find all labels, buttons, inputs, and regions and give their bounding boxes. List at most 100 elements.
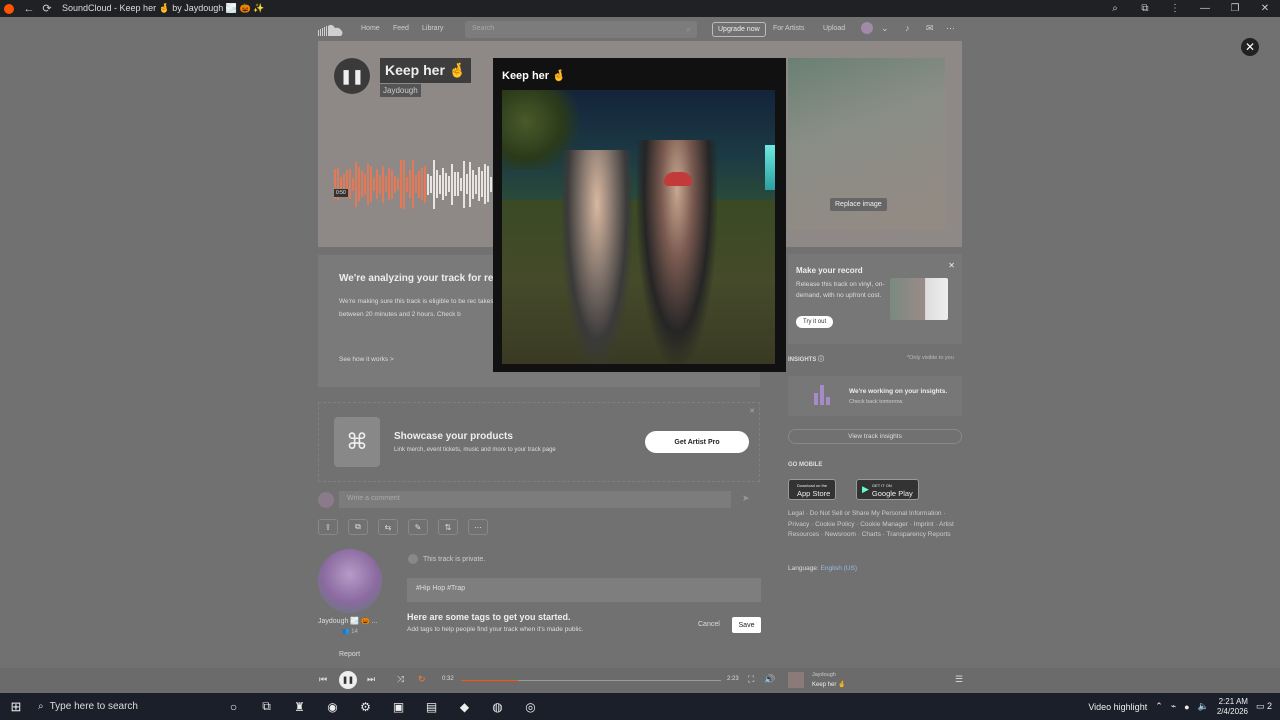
repost-icon[interactable]: ⇆ bbox=[378, 519, 398, 535]
tray-chevron-icon[interactable]: ⌃ bbox=[1155, 701, 1163, 712]
try-it-out-button[interactable]: Try it out bbox=[796, 316, 834, 328]
restore-icon[interactable]: ❐ bbox=[1220, 3, 1250, 14]
cortana-icon[interactable]: ○ bbox=[217, 700, 250, 714]
nav-for-artists[interactable]: For Artists bbox=[773, 25, 805, 32]
showcase-title: Showcase your products bbox=[394, 431, 513, 442]
insights-box: We're working on your insights. Check ba… bbox=[788, 376, 962, 416]
mail-icon[interactable]: ✉ bbox=[926, 23, 934, 34]
copy-link-icon[interactable]: ⧉ bbox=[348, 519, 368, 535]
extensions-icon[interactable]: ⧉ bbox=[1130, 3, 1160, 14]
view-insights-button[interactable]: View track insights bbox=[788, 429, 962, 444]
comment-input[interactable]: Write a comment bbox=[339, 491, 731, 508]
footer-links[interactable]: Legal · Do Not Sell or Share My Personal… bbox=[788, 509, 964, 541]
close-icon[interactable]: ✕ bbox=[948, 261, 955, 270]
bell-icon[interactable]: ♪ bbox=[905, 23, 910, 33]
share-icon[interactable]: ⇪ bbox=[318, 519, 338, 535]
play-icon: ▶ bbox=[862, 484, 869, 494]
lock-icon bbox=[408, 554, 418, 564]
player-pause-button[interactable]: ❚❚ bbox=[339, 671, 357, 689]
language-value[interactable]: English (US) bbox=[821, 565, 857, 572]
zoom-icon[interactable]: ⌕ bbox=[1100, 3, 1130, 14]
windows-start-icon[interactable]: ⊞ bbox=[0, 699, 32, 715]
spotlight-icon[interactable]: ⇅ bbox=[438, 519, 458, 535]
waveform[interactable] bbox=[334, 159, 494, 209]
language-selector[interactable]: Language: English (US) bbox=[788, 565, 857, 572]
more-actions-icon[interactable]: ⋯ bbox=[468, 519, 488, 535]
fullscreen-icon[interactable]: ⛶ bbox=[748, 674, 754, 685]
app-store-badge[interactable]: Download on the App Store bbox=[788, 479, 837, 500]
repeat-icon[interactable]: ↻ bbox=[418, 674, 426, 685]
nav-upload[interactable]: Upload bbox=[823, 25, 845, 32]
artist-avatar[interactable] bbox=[318, 549, 382, 613]
nav-feed[interactable]: Feed bbox=[393, 25, 409, 32]
cancel-button[interactable]: Cancel bbox=[698, 621, 720, 628]
menu-dots-icon[interactable]: ⋮ bbox=[1160, 3, 1190, 14]
google-play-badge[interactable]: ▶ GET IT ON Google Play bbox=[856, 479, 919, 500]
volume-tray-icon[interactable]: 🔈 bbox=[1198, 701, 1209, 712]
see-how-link[interactable]: See how it works > bbox=[339, 356, 394, 363]
soundcloud-favicon-icon bbox=[4, 3, 14, 14]
profile-avatar[interactable] bbox=[861, 22, 873, 34]
track-artist[interactable]: Jaydough bbox=[380, 84, 421, 97]
replace-image-button[interactable]: Replace image bbox=[830, 198, 887, 211]
vinyl-desc: Release this track on vinyl, on-demand, … bbox=[796, 281, 885, 299]
waveform-bar bbox=[379, 174, 381, 194]
nav-home[interactable]: Home bbox=[361, 25, 380, 32]
taskbar-search[interactable]: ⌕ Type here to search bbox=[32, 701, 172, 712]
chrome-icon[interactable]: ◉ bbox=[316, 700, 349, 714]
artist-name[interactable]: Jaydough 🌫️ 🎃 ... bbox=[318, 617, 388, 625]
previous-icon[interactable]: ⏮ bbox=[319, 674, 327, 685]
network-icon[interactable]: ⌁ bbox=[1171, 701, 1176, 712]
video-highlight[interactable]: Video highlight bbox=[1088, 702, 1147, 712]
progress-bar[interactable] bbox=[461, 680, 721, 681]
soundcloud-logo-icon[interactable] bbox=[318, 24, 344, 36]
notification-icon[interactable]: ▭ 2 bbox=[1256, 701, 1272, 712]
task-view-icon[interactable]: ⧉ bbox=[250, 699, 283, 714]
waveform-bar bbox=[400, 160, 402, 208]
nav-library[interactable]: Library bbox=[422, 25, 443, 32]
volume-icon[interactable]: 🔊 bbox=[764, 674, 775, 685]
next-icon[interactable]: ⏭ bbox=[367, 674, 375, 685]
pause-button[interactable]: ❚❚ bbox=[334, 58, 370, 94]
get-artist-pro-button[interactable]: Get Artist Pro bbox=[645, 431, 749, 453]
insights-note: *Only visible to you bbox=[907, 355, 954, 361]
clock[interactable]: 2:21 AM 2/4/2026 bbox=[1217, 697, 1248, 717]
back-icon[interactable]: ← bbox=[20, 3, 38, 15]
chrome-active-icon[interactable]: ◎ bbox=[514, 700, 547, 714]
info-icon[interactable]: ⓘ bbox=[818, 357, 824, 363]
waveform-bar bbox=[349, 169, 351, 199]
waveform-bar bbox=[451, 163, 453, 205]
file-explorer-icon[interactable]: ▤ bbox=[415, 700, 448, 714]
mic-icon[interactable]: ● bbox=[1184, 702, 1189, 712]
showcase-panel: ⌘ Showcase your products Link merch, eve… bbox=[318, 402, 760, 482]
save-button[interactable]: Save bbox=[732, 617, 761, 633]
shuffle-icon[interactable]: ⤨ bbox=[397, 674, 404, 685]
chevron-down-icon[interactable]: ⌄ bbox=[881, 23, 889, 34]
app4-icon[interactable]: ◍ bbox=[481, 700, 514, 714]
app-icon[interactable]: ♜ bbox=[283, 700, 316, 714]
dismiss-icon[interactable]: ✕ bbox=[749, 407, 755, 415]
waveform-bar bbox=[466, 174, 468, 194]
now-playing-art[interactable] bbox=[788, 672, 804, 688]
waveform-bar bbox=[472, 169, 474, 199]
now-playing-artist[interactable]: Jaydough bbox=[812, 672, 836, 678]
reload-icon[interactable]: ⟳ bbox=[38, 2, 56, 15]
more-icon[interactable]: ⋯ bbox=[946, 23, 955, 34]
minimize-icon[interactable]: — bbox=[1190, 3, 1220, 14]
close-overlay-button[interactable]: ✕ bbox=[1241, 38, 1259, 56]
upgrade-button[interactable]: Upgrade now bbox=[712, 22, 766, 37]
search-input[interactable]: Search ⌕ bbox=[465, 21, 697, 38]
search-icon[interactable]: ⌕ bbox=[686, 24, 691, 35]
queue-icon[interactable]: ☰ bbox=[955, 674, 963, 685]
send-icon[interactable]: ➤ bbox=[742, 493, 750, 504]
player-bar: ⏮ ❚❚ ⏭ ⤨ ↻ 0:32 2:23 ⛶ 🔊 Jaydough Keep h… bbox=[0, 668, 1280, 693]
now-playing-title[interactable]: Keep her 🤞 bbox=[812, 681, 846, 688]
edit-icon[interactable]: ✎ bbox=[408, 519, 428, 535]
tags-input[interactable]: #Hip Hop #Trap bbox=[407, 578, 761, 602]
close-window-icon[interactable]: ✕ bbox=[1250, 3, 1280, 14]
waveform-bar bbox=[391, 169, 393, 199]
app3-icon[interactable]: ◆ bbox=[448, 700, 481, 714]
report-link[interactable]: Report bbox=[339, 651, 360, 658]
app2-icon[interactable]: ▣ bbox=[382, 700, 415, 714]
settings-icon[interactable]: ⚙ bbox=[349, 700, 382, 714]
